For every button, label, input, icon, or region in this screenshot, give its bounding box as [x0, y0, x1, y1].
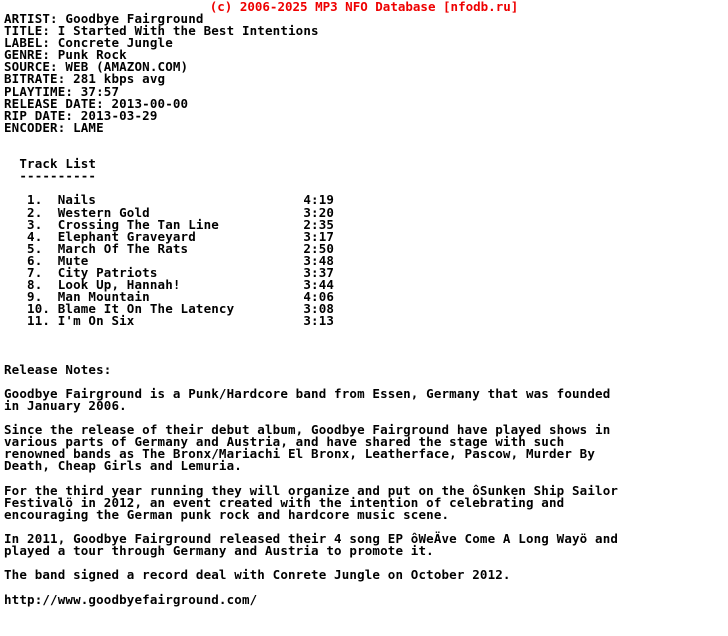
tracklist-block: Track List ---------- 1. Nails 4:19 2. W…: [19, 156, 335, 329]
metadata-block: ARTIST: Goodbye Fairground TITLE: I Star…: [4, 11, 319, 135]
release-notes-block: Release Notes: Goodbye Fairground is a P…: [4, 361, 619, 583]
nfo-page: (c) 2006-2025 MP3 NFO Database [nfodb.ru…: [0, 0, 728, 636]
nfo-text-content: ARTIST: Goodbye Fairground TITLE: I Star…: [0, 13, 728, 606]
band-website-url[interactable]: http://www.goodbyefairground.com/: [4, 592, 257, 607]
